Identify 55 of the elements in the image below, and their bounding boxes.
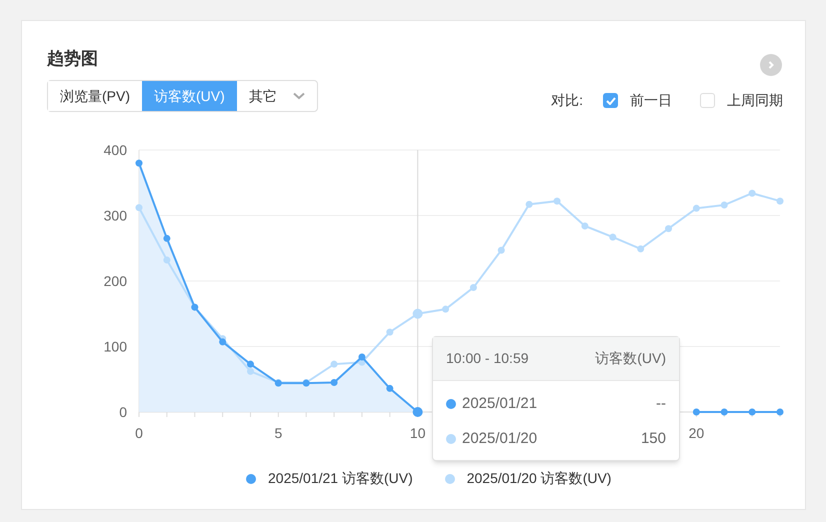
point xyxy=(581,222,588,230)
point xyxy=(776,408,784,416)
point xyxy=(776,198,784,205)
point xyxy=(720,408,728,416)
legend-item[interactable]: 2025/01/21 访客数(UV) xyxy=(246,468,413,489)
point xyxy=(163,234,170,242)
point xyxy=(246,368,254,375)
point xyxy=(136,160,142,167)
x-tick-label: 5 xyxy=(274,425,282,441)
point xyxy=(748,408,756,416)
tooltip-date: 2025/01/20 xyxy=(462,428,538,448)
point xyxy=(637,245,644,252)
checkbox[interactable] xyxy=(700,93,715,108)
point xyxy=(386,384,394,392)
tooltip-value: 150 xyxy=(640,428,666,448)
tooltip-value: -- xyxy=(656,394,666,414)
y-tick-label: 100 xyxy=(104,338,127,354)
point xyxy=(163,256,170,264)
point xyxy=(720,202,728,209)
checkbox-label: 上周同期 xyxy=(727,91,783,110)
x-tick-label: 10 xyxy=(410,425,426,441)
point xyxy=(748,190,756,197)
point xyxy=(136,204,142,212)
point xyxy=(330,379,338,386)
chevron-right-icon xyxy=(766,60,776,70)
caret-icon xyxy=(292,92,305,100)
point xyxy=(692,204,700,212)
point xyxy=(498,246,505,254)
point xyxy=(219,338,226,346)
point xyxy=(246,360,254,368)
x-tick-label: 20 xyxy=(688,425,704,441)
point xyxy=(330,360,338,368)
point xyxy=(692,408,700,416)
y-tick-label: 0 xyxy=(119,404,127,420)
y-tick-label: 300 xyxy=(104,208,127,224)
y-tick-label: 400 xyxy=(104,142,127,158)
point xyxy=(526,200,533,208)
point xyxy=(609,234,616,241)
point xyxy=(665,225,672,232)
point xyxy=(470,284,477,292)
checkbox[interactable] xyxy=(603,93,618,108)
compare-label: 对比: xyxy=(551,91,583,110)
point xyxy=(358,353,366,360)
checkbox-label: 前一日 xyxy=(630,91,672,110)
x-tick-label: 0 xyxy=(135,425,143,441)
check-icon xyxy=(606,96,616,104)
legend-item[interactable]: 2025/01/20 访客数(UV) xyxy=(444,468,612,489)
card-title: 趋势图 xyxy=(47,48,98,70)
point xyxy=(386,328,394,336)
y-tick-label: 200 xyxy=(104,273,127,289)
point xyxy=(554,198,561,205)
tooltip-date: 2025/01/21 xyxy=(462,394,538,414)
point xyxy=(442,306,450,313)
tooltip-time: 10:00 - 10:59 xyxy=(446,349,529,368)
tooltip-metric: 访客数(UV) xyxy=(595,349,666,368)
